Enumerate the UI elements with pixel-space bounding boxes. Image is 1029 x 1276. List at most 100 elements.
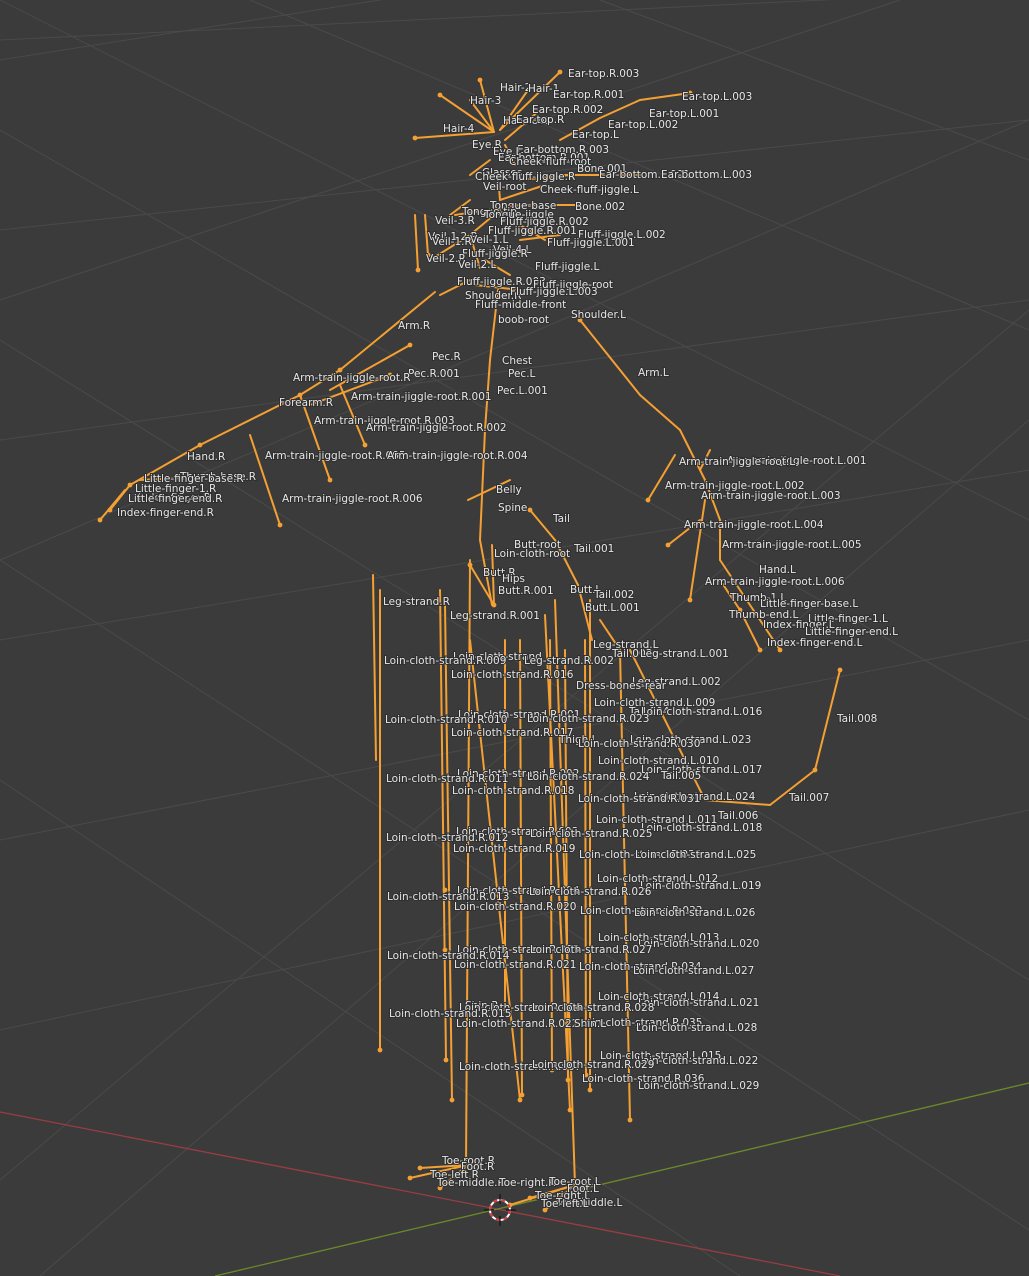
- bone-joint[interactable]: [449, 1097, 455, 1103]
- bone-label: Arm-train-jiggle-root.R.002: [366, 422, 507, 434]
- bone[interactable]: [479, 429, 486, 541]
- bone-joint[interactable]: [837, 667, 843, 673]
- bone-label: Arm-train-jiggle-root.L: [679, 456, 795, 468]
- bone[interactable]: [414, 214, 419, 271]
- bone-joint[interactable]: [327, 477, 333, 483]
- bone-label: Belly: [496, 484, 522, 496]
- bone[interactable]: [647, 454, 676, 501]
- bone-label: Loin-cloth-strand.R.010: [385, 714, 507, 726]
- bone-label: Loin-cloth-root: [494, 548, 570, 560]
- bone-label: Fluff-jiggle.L: [535, 261, 600, 273]
- bone-label: Loin-cloth-strand.L.028: [636, 1022, 757, 1034]
- bone-label: Loin-cloth-strand.L.020: [638, 938, 759, 950]
- bone-joint[interactable]: [557, 69, 563, 75]
- bone-label: Ear-bottom.L.003: [661, 169, 752, 181]
- bone-joint[interactable]: [527, 507, 533, 513]
- bone-joint[interactable]: [417, 1165, 423, 1171]
- bone-label: Loin-cloth-strand.R.023: [527, 713, 649, 725]
- bone-label: Toe-middle.R: [436, 1177, 505, 1189]
- bone-joint[interactable]: [491, 602, 497, 608]
- bone-label: Leg-strand.R: [383, 596, 450, 608]
- bone-label: Loin-cloth-strand.R.024: [527, 771, 650, 783]
- bone-joint[interactable]: [565, 1077, 571, 1083]
- bone-joint[interactable]: [407, 342, 413, 348]
- bone-label: Tail.008: [836, 713, 877, 725]
- bone-label: Arm-train-jiggle-root.L.004: [684, 519, 824, 531]
- bone-label: Arm-train-jiggle-root.R.006: [282, 493, 423, 505]
- bone-joint[interactable]: [97, 517, 103, 523]
- bone-joint[interactable]: [407, 1175, 413, 1181]
- bone-joint[interactable]: [443, 1057, 449, 1063]
- bone-label: Loin-cloth-strand.L.016: [641, 706, 763, 718]
- bone-label: Loin-cloth-strand.L.017: [641, 764, 762, 776]
- 3d-viewport[interactable]: Ear-top.R.003 Hair-2 Hair-1 Ear-top.R.001 Ea…: [0, 0, 1029, 1276]
- bone-joint[interactable]: [197, 442, 203, 448]
- bone-joint[interactable]: [567, 1107, 573, 1113]
- bone-label: Hair-4: [443, 123, 475, 135]
- bone[interactable]: [599, 99, 641, 119]
- bone-label: Butt.L.001: [585, 602, 640, 614]
- bone-label: Leg-strand.R.001: [450, 610, 540, 622]
- bone-label: Veil-1.R: [432, 236, 472, 248]
- bone-joint[interactable]: [687, 597, 693, 603]
- bone-label: Fluff-jiggle.L.001: [547, 237, 635, 249]
- bone-label: Butt.R.001: [498, 585, 554, 597]
- bone-joint[interactable]: [757, 647, 763, 653]
- bone-joint[interactable]: [277, 522, 283, 528]
- bone-joint[interactable]: [467, 562, 473, 568]
- viewport-canvas[interactable]: Ear-top.R.003Hair-2Hair-1Ear-top.R.001 Ea…: [0, 0, 1029, 1276]
- bone-label: Spine: [498, 502, 527, 514]
- bone-joint[interactable]: [437, 92, 443, 98]
- bone-label: Shin.L: [574, 1018, 606, 1030]
- bone-label: Pec.L: [508, 368, 536, 380]
- grid-line: [249, 0, 1029, 331]
- bone-joint[interactable]: [517, 1097, 523, 1103]
- bone-joint[interactable]: [587, 1087, 593, 1093]
- bone-label: Loin-cloth-strand.L.022: [637, 1055, 758, 1067]
- bone-joint[interactable]: [645, 497, 651, 503]
- bone-joint[interactable]: [362, 442, 368, 448]
- bone-label: Tail.007: [788, 792, 829, 804]
- bone-label: Forearm.R: [279, 397, 333, 409]
- bone-label: Tail.005: [660, 770, 701, 782]
- bone-joint[interactable]: [812, 767, 818, 773]
- bone-joint[interactable]: [477, 77, 483, 83]
- bone-label: Arm.R: [398, 320, 430, 332]
- bone-label: Arm.L: [638, 367, 669, 379]
- bone[interactable]: [679, 429, 706, 481]
- bone-joint[interactable]: [527, 1195, 533, 1201]
- bone-label: Toe-left.L: [540, 1198, 589, 1210]
- bone-label: Loin-cloth-strand.R.019: [453, 843, 575, 855]
- bone-label: Index-finger-end.R: [117, 507, 214, 519]
- bone-label: Bone.002: [575, 201, 625, 213]
- bone-label: Loin-cloth-strand.R.022: [456, 1018, 578, 1030]
- bone-joint[interactable]: [415, 267, 421, 273]
- bone[interactable]: [639, 394, 681, 431]
- bone-joint[interactable]: [665, 542, 671, 548]
- bone-label: Arm-train-jiggle-root.R: [293, 372, 411, 384]
- bone-joint[interactable]: [107, 507, 113, 513]
- bone-joint[interactable]: [412, 135, 418, 141]
- bone[interactable]: [529, 509, 556, 541]
- bone-label: Loin-cloth-strand.R.009: [384, 655, 506, 667]
- bone-label: Ear-top.R.001: [553, 89, 624, 101]
- grid-line: [599, 0, 1029, 161]
- bone-label: Leg-strand.L.001: [640, 648, 729, 660]
- bone-label: Loin-cloth-strand.R.031: [578, 793, 700, 805]
- bone-joint[interactable]: [519, 1092, 525, 1098]
- bone[interactable]: [689, 499, 706, 601]
- bone-label: Arm-train-jiggle-root.R.001: [351, 391, 492, 403]
- bone-joint[interactable]: [627, 1117, 633, 1123]
- bone-joint[interactable]: [377, 1047, 383, 1053]
- bone-label: Chest: [502, 355, 532, 367]
- bone-label: Tail.001: [573, 543, 614, 555]
- bone-label: Arm-train-jiggle-root.L.003: [701, 490, 841, 502]
- bone-label: Loin-cloth-strand.R.016: [451, 669, 574, 681]
- bone-label: Ear-top.R: [516, 114, 564, 126]
- bone-label: Hand.L: [759, 564, 796, 576]
- bone-label: Toe-right.R: [498, 1177, 556, 1189]
- bone-joint[interactable]: [127, 482, 133, 488]
- bone[interactable]: [579, 319, 641, 396]
- bone[interactable]: [372, 574, 377, 761]
- bone-label: Ear-top.L.003: [682, 91, 752, 103]
